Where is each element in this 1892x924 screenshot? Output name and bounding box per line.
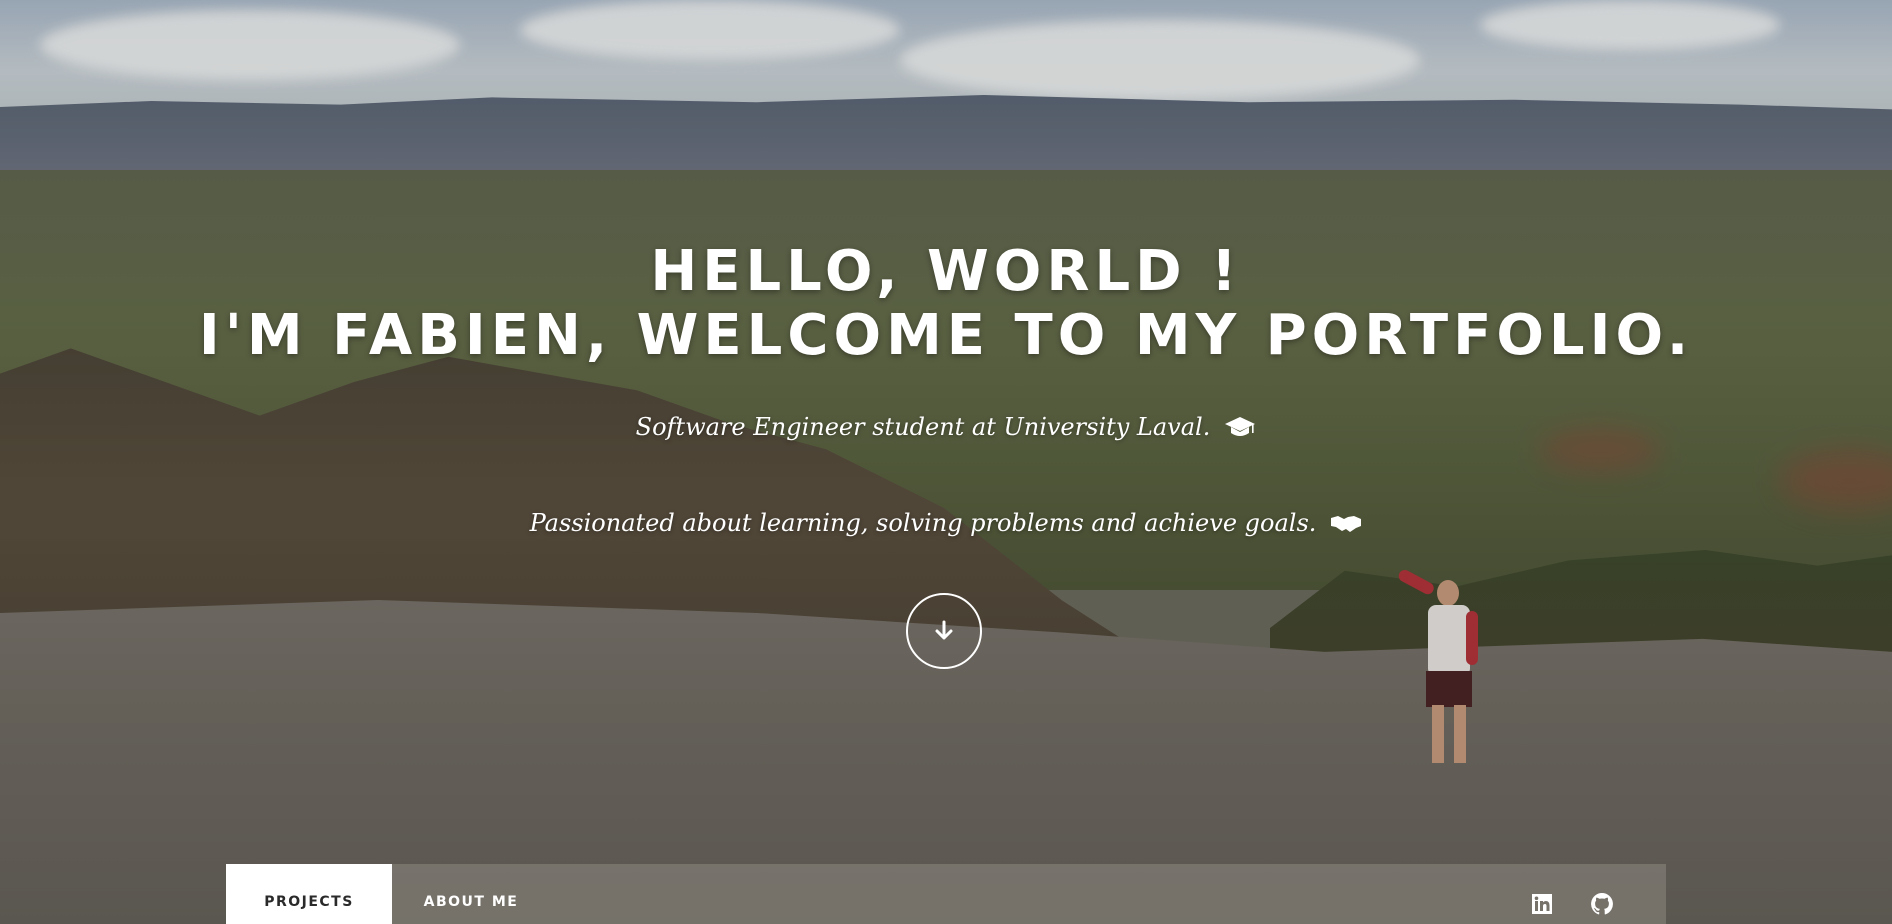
linkedin-link[interactable]: [1530, 892, 1554, 916]
tab-projects[interactable]: PROJECTS: [226, 864, 392, 924]
linkedin-icon: [1532, 894, 1552, 914]
tab-about-me[interactable]: ABOUT ME: [392, 864, 550, 924]
scroll-down-button[interactable]: [906, 593, 982, 669]
hero-background-photo: [0, 0, 1892, 924]
github-icon: [1591, 893, 1613, 915]
tagline-passion: Passionated about learning, solving prob…: [0, 508, 1892, 538]
hero-title-line-1: HELLO, WORLD !: [650, 239, 1242, 304]
hero-title: HELLO, WORLD ! I'M FABIEN, WELCOME TO MY…: [0, 240, 1892, 368]
tagline-education-text: Software Engineer student at University …: [635, 413, 1211, 441]
tab-projects-label: PROJECTS: [264, 894, 354, 910]
handshake-icon: [1331, 516, 1362, 532]
bottom-nav-bar: PROJECTS ABOUT ME: [226, 864, 1666, 924]
github-link[interactable]: [1590, 892, 1614, 916]
graduation-cap-icon: [1225, 417, 1256, 436]
arrow-down-icon: [935, 620, 953, 640]
tagline-education: Software Engineer student at University …: [0, 412, 1892, 442]
tagline-passion-text: Passionated about learning, solving prob…: [529, 509, 1317, 537]
tab-about-me-label: ABOUT ME: [423, 894, 519, 910]
hero-title-line-2: I'M FABIEN, WELCOME TO MY PORTFOLIO.: [198, 303, 1694, 368]
